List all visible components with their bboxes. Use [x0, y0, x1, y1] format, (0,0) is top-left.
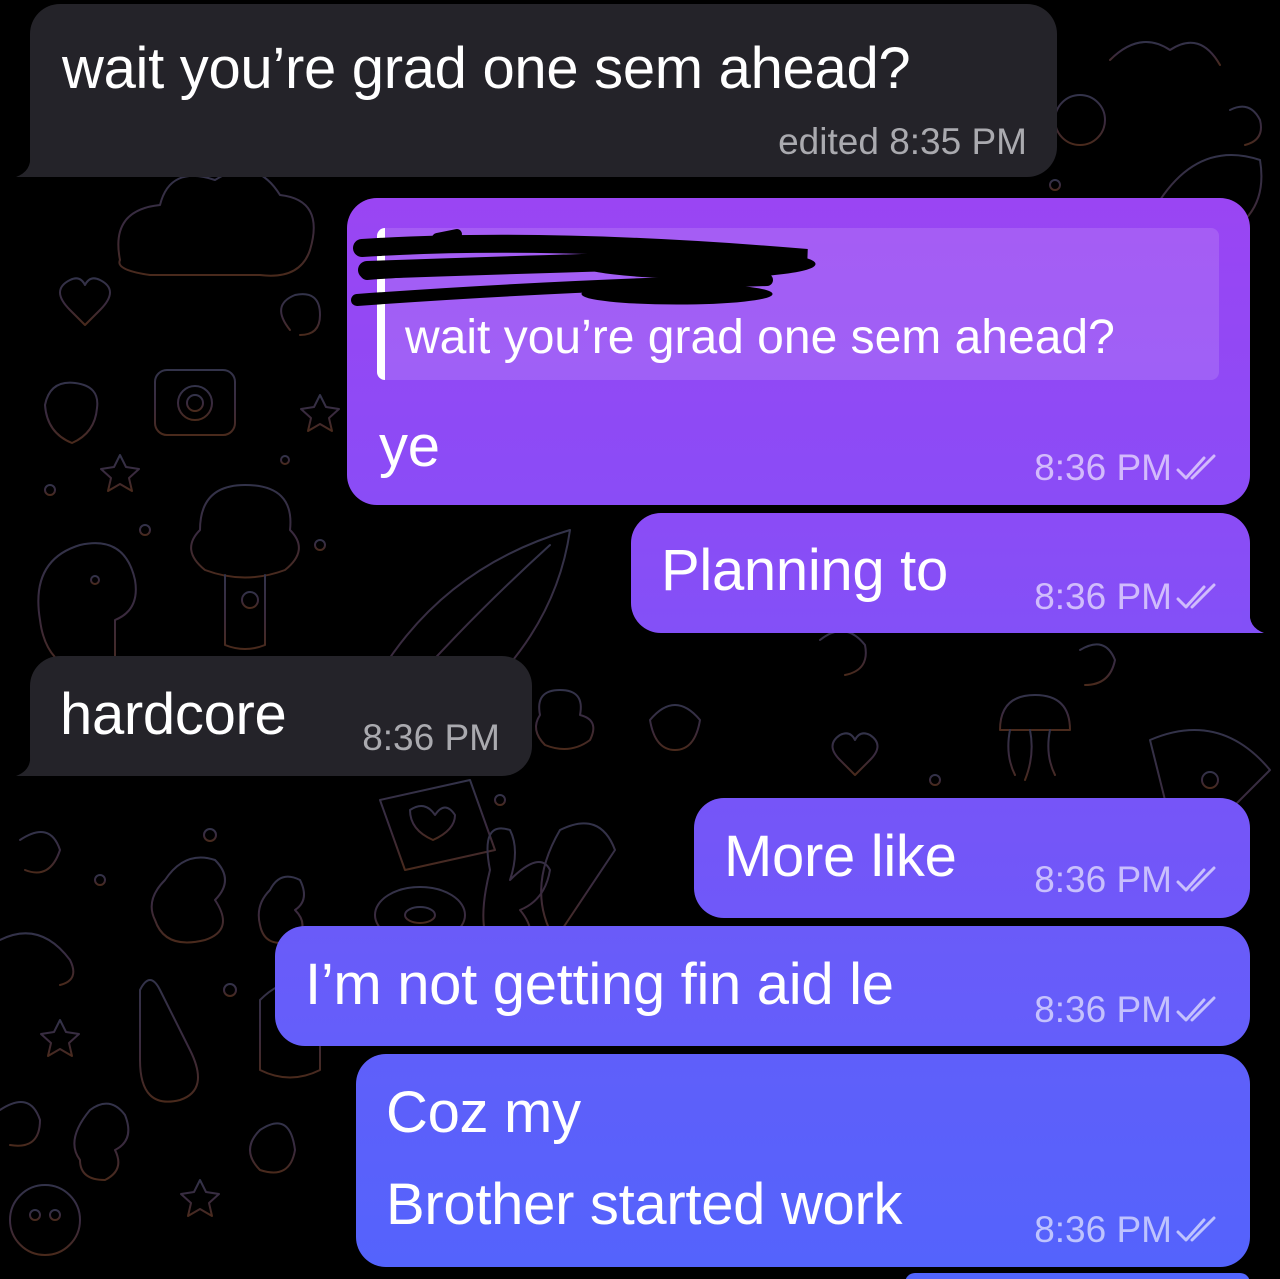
double-check-icon — [1176, 866, 1216, 892]
message-meta: 8:36 PM — [1034, 990, 1220, 1030]
message-time: 8:36 PM — [1034, 447, 1172, 488]
message-outgoing-4[interactable]: I’m not getting fin aid le 8:36 PM — [275, 926, 1250, 1046]
bubble-tail — [16, 155, 38, 177]
chat-view: wait you’re grad one sem ahead? edited 8… — [0, 0, 1280, 1279]
edited-timestamp: edited 8:35 PM — [778, 121, 1027, 162]
message-line-2: Brother started work — [386, 1172, 903, 1237]
message-text: More like — [724, 824, 957, 889]
message-outgoing-5[interactable]: Coz my Brother started work 8:36 PM — [356, 1054, 1250, 1267]
message-meta: 8:36 PM — [1034, 1210, 1220, 1250]
message-outgoing-2[interactable]: Planning to 8:36 PM — [631, 513, 1264, 633]
message-time: 8:36 PM — [1034, 576, 1172, 617]
message-meta: 8:36 PM — [1034, 577, 1220, 617]
message-time: 8:36 PM — [1034, 859, 1172, 900]
message-outgoing-reply[interactable]: wait you’re grad one sem ahead? ye 8:36 … — [347, 198, 1250, 505]
message-outgoing-3[interactable]: More like 8:36 PM — [694, 798, 1250, 918]
message-meta: 8:36 PM — [1034, 448, 1220, 488]
message-incoming-2[interactable]: hardcore 8:36 PM — [16, 656, 532, 776]
message-time: 8:36 PM — [362, 717, 500, 758]
double-check-icon — [1176, 996, 1216, 1022]
redacted-scribble — [351, 229, 816, 306]
message-line-1: Coz my — [386, 1080, 581, 1145]
message-text: I’m not getting fin aid le — [305, 952, 894, 1017]
double-check-icon — [1176, 454, 1216, 480]
message-text: Planning to — [661, 538, 948, 603]
message-meta: 8:36 PM — [362, 718, 500, 758]
message-meta: 8:36 PM — [1034, 860, 1220, 900]
message-incoming-1[interactable]: wait you’re grad one sem ahead? edited 8… — [16, 4, 1057, 177]
reply-quote-text: wait you’re grad one sem ahead? — [405, 311, 1115, 364]
message-time: 8:36 PM — [1034, 1209, 1172, 1250]
bubble-tail — [1242, 611, 1264, 633]
message-time: 8:36 PM — [1034, 989, 1172, 1030]
message-text: wait you’re grad one sem ahead? — [62, 36, 911, 101]
message-meta: edited 8:35 PM — [778, 122, 1027, 162]
message-outgoing-partial[interactable] — [905, 1273, 1250, 1279]
message-text: hardcore — [60, 682, 287, 747]
double-check-icon — [1176, 1216, 1216, 1242]
bubble-tail — [16, 754, 38, 776]
double-check-icon — [1176, 583, 1216, 609]
message-text: ye — [379, 414, 440, 479]
